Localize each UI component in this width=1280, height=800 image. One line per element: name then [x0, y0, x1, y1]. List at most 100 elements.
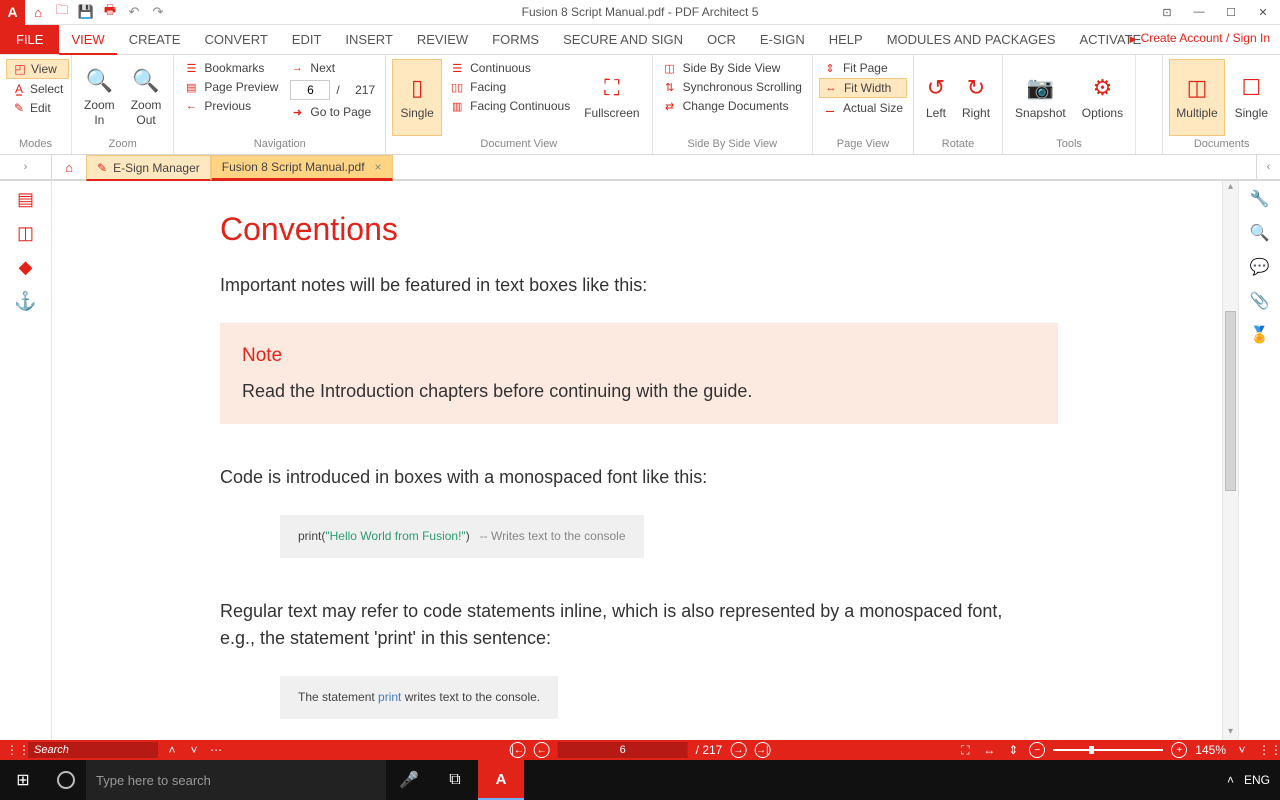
zoom-out-status-icon[interactable]: −: [1029, 742, 1045, 758]
start-button[interactable]: ⊞: [0, 760, 46, 800]
snapshot-button[interactable]: 📷Snapshot: [1009, 59, 1072, 136]
sbs-view-button[interactable]: ◫Side By Side View: [659, 59, 806, 77]
scroll-up-icon[interactable]: ▴: [1223, 181, 1238, 195]
search-input[interactable]: [28, 742, 158, 758]
options-button[interactable]: ⚙Options: [1076, 59, 1129, 136]
zoom-in-button[interactable]: 🔍Zoom In: [78, 59, 121, 136]
tab-review[interactable]: REVIEW: [405, 25, 480, 54]
fit-width-status-icon[interactable]: ↔: [981, 743, 997, 757]
taskbar-search[interactable]: [86, 760, 386, 800]
scroll-thumb[interactable]: [1225, 311, 1236, 491]
search-prev-icon[interactable]: ˄: [164, 743, 180, 757]
search-next-icon[interactable]: ˅: [186, 743, 202, 757]
page-number-input[interactable]: [290, 80, 330, 100]
previous-button[interactable]: ←Previous: [180, 97, 282, 115]
open-icon[interactable]: 🗀: [51, 1, 73, 23]
find-icon[interactable]: 🔍: [1246, 221, 1274, 245]
tray-chevron-icon[interactable]: ˄: [1227, 773, 1234, 787]
zoom-slider[interactable]: [1053, 749, 1163, 751]
anchor-panel-icon[interactable]: ⚓: [10, 289, 42, 313]
layers-panel-icon[interactable]: ◆: [10, 255, 42, 279]
scroll-down-icon[interactable]: ▾: [1223, 726, 1238, 740]
undo-icon[interactable]: ↶: [123, 1, 145, 23]
fullscreen-icon: ⛶: [604, 75, 619, 101]
taskbar-app-icon[interactable]: A: [478, 760, 524, 800]
tab-ocr[interactable]: OCR: [695, 25, 748, 54]
home-icon[interactable]: ⌂: [27, 1, 49, 23]
rotate-right-button[interactable]: ↻Right: [956, 59, 996, 136]
expand-right-panel[interactable]: ‹: [1256, 155, 1280, 179]
next-button[interactable]: →Next: [286, 59, 379, 77]
tab-edit[interactable]: EDIT: [280, 25, 334, 54]
fit-screen-icon[interactable]: ⛶: [957, 743, 973, 758]
facing-button[interactable]: ▯▯Facing: [446, 78, 574, 96]
cortana-icon[interactable]: [46, 760, 86, 800]
close-tab-icon[interactable]: ×: [375, 160, 382, 174]
expand-left-panel[interactable]: ›: [0, 155, 52, 179]
prev-page-icon[interactable]: ←: [534, 742, 550, 758]
signin-link[interactable]: ▶Create Account / Sign In: [1130, 31, 1270, 45]
tab-help[interactable]: HELP: [817, 25, 875, 54]
minimize-button[interactable]: —: [1186, 2, 1212, 22]
print-icon[interactable]: 🖶: [99, 1, 121, 23]
comment-icon[interactable]: 💬: [1246, 255, 1274, 279]
last-page-icon[interactable]: →|: [754, 742, 770, 758]
mode-select-button[interactable]: A͇Select: [6, 80, 69, 98]
vertical-scrollbar[interactable]: ▴ ▾: [1222, 181, 1238, 740]
fit-page-status-icon[interactable]: ⇕: [1005, 743, 1021, 757]
sync-scroll-button[interactable]: ⇅Synchronous Scrolling: [659, 78, 806, 96]
mode-view-button[interactable]: ◰View: [6, 59, 69, 79]
continuous-button[interactable]: ☰Continuous: [446, 59, 574, 77]
change-docs-button[interactable]: ⇄Change Documents: [659, 97, 806, 115]
close-button[interactable]: ✕: [1250, 2, 1276, 22]
maximize-button[interactable]: ☐: [1218, 2, 1244, 22]
task-view-icon[interactable]: ⧉: [432, 760, 478, 800]
stamp-icon[interactable]: 🏅: [1246, 323, 1274, 347]
tab-esign-manager[interactable]: ✎E-Sign Manager: [86, 155, 211, 181]
attachment-icon[interactable]: 📎: [1246, 289, 1274, 313]
multiple-docs-button[interactable]: ◫Multiple: [1169, 59, 1224, 136]
facing-continuous-button[interactable]: ▥Facing Continuous: [446, 97, 574, 115]
tab-document[interactable]: Fusion 8 Script Manual.pdf×: [211, 155, 393, 181]
actual-size-button[interactable]: ⚊Actual Size: [819, 99, 907, 117]
single-view-button[interactable]: ▯Single: [392, 59, 442, 136]
save-icon[interactable]: 💾: [75, 1, 97, 23]
tab-insert[interactable]: INSERT: [333, 25, 404, 54]
redo-icon[interactable]: ↷: [147, 1, 169, 23]
tab-esign[interactable]: E-SIGN: [748, 25, 817, 54]
tab-forms[interactable]: FORMS: [480, 25, 551, 54]
tab-modules[interactable]: MODULES AND PACKAGES: [875, 25, 1068, 54]
status-page-input[interactable]: [558, 742, 688, 758]
mode-edit-button[interactable]: ✎Edit: [6, 99, 69, 117]
fullscreen-button[interactable]: ⛶Fullscreen: [578, 59, 645, 136]
group-zoom-label: Zoom: [78, 136, 167, 154]
window-title: Fusion 8 Script Manual.pdf - PDF Archite…: [522, 5, 759, 19]
next-page-icon[interactable]: →: [730, 742, 746, 758]
tab-view[interactable]: VIEW: [59, 25, 116, 55]
compact-icon[interactable]: ⊡: [1154, 2, 1180, 22]
goto-page-button[interactable]: ➜Go to Page: [286, 103, 379, 121]
page-preview-button[interactable]: ▤Page Preview: [180, 78, 282, 96]
first-page-icon[interactable]: |←: [510, 742, 526, 758]
zoom-menu-icon[interactable]: ˅: [1234, 743, 1250, 757]
fit-page-button[interactable]: ⇕Fit Page: [819, 59, 907, 77]
thumbnails-panel-icon[interactable]: ▤: [10, 187, 42, 211]
tray-lang[interactable]: ENG: [1244, 773, 1270, 787]
tab-secure[interactable]: SECURE AND SIGN: [551, 25, 695, 54]
multiple-icon: ◫: [1187, 75, 1208, 101]
grip-icon: ⋮⋮: [6, 743, 22, 757]
rotate-left-button[interactable]: ↺Left: [920, 59, 952, 136]
search-options-icon[interactable]: ⋯: [208, 743, 224, 757]
tab-create[interactable]: CREATE: [117, 25, 193, 54]
home-tab-icon[interactable]: ⌂: [52, 155, 86, 179]
tab-file[interactable]: FILE: [0, 25, 59, 54]
fit-width-button[interactable]: ↔Fit Width: [819, 78, 907, 98]
zoom-out-button[interactable]: 🔍Zoom Out: [125, 59, 168, 136]
tab-convert[interactable]: CONVERT: [192, 25, 279, 54]
mic-icon[interactable]: 🎤: [386, 760, 432, 800]
bookmarks-panel-icon[interactable]: ◫: [10, 221, 42, 245]
wrench-icon[interactable]: 🔧: [1246, 187, 1274, 211]
single-doc-button[interactable]: ☐Single: [1229, 59, 1274, 136]
zoom-in-status-icon[interactable]: +: [1171, 742, 1187, 758]
bookmarks-button[interactable]: ☰Bookmarks: [180, 59, 282, 77]
